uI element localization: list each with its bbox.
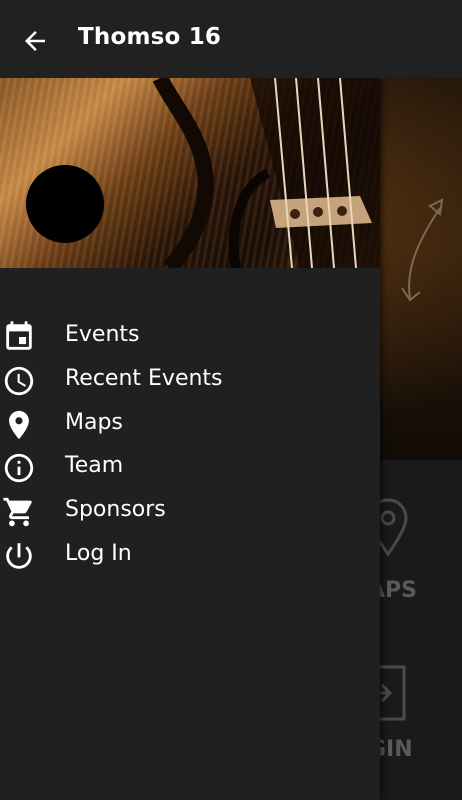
cart-icon xyxy=(2,495,36,529)
drawer-menu: Events Recent Events Maps Team Sponsors xyxy=(0,314,380,577)
navigation-drawer: Events Recent Events Maps Team Sponsors xyxy=(0,78,380,800)
clock-icon xyxy=(2,364,36,398)
avatar[interactable] xyxy=(26,165,104,243)
violin-header-image xyxy=(0,78,380,268)
background-maps-tile: APS xyxy=(368,498,462,618)
app-title: Thomso 16 xyxy=(78,24,222,50)
app-bar: Thomso 16 xyxy=(0,0,462,78)
location-pin-icon xyxy=(2,408,36,442)
menu-item-team[interactable]: Team xyxy=(0,445,380,489)
menu-item-label: Team xyxy=(65,453,124,479)
menu-item-label: Maps xyxy=(65,409,123,435)
calendar-icon xyxy=(2,320,36,354)
menu-item-label: Recent Events xyxy=(65,365,223,391)
arrow-back-icon[interactable] xyxy=(20,26,50,56)
menu-item-recent-events[interactable]: Recent Events xyxy=(0,358,380,402)
menu-item-label: Log In xyxy=(65,540,132,566)
power-icon xyxy=(2,539,36,573)
menu-item-events[interactable]: Events xyxy=(0,314,380,358)
menu-item-log-in[interactable]: Log In xyxy=(0,533,380,577)
menu-item-label: Sponsors xyxy=(65,497,166,523)
menu-item-label: Events xyxy=(65,322,140,347)
menu-item-maps[interactable]: Maps xyxy=(0,402,380,446)
background-login-tile: GIN xyxy=(368,663,462,783)
info-icon xyxy=(2,451,36,485)
menu-item-sponsors[interactable]: Sponsors xyxy=(0,489,380,533)
